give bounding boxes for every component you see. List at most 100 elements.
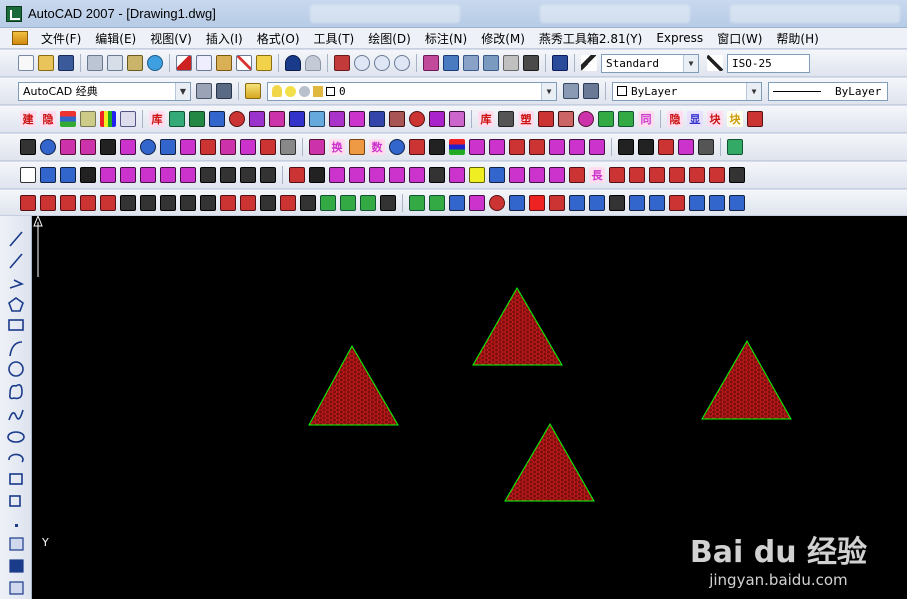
- grid-icon[interactable]: [120, 111, 136, 127]
- horse-icon[interactable]: [609, 194, 625, 211]
- dim-line-icon[interactable]: [20, 194, 36, 211]
- house-dim-icon[interactable]: [200, 167, 216, 183]
- tiles-2-icon[interactable]: [589, 194, 605, 211]
- dimension-a-icon[interactable]: [638, 139, 654, 155]
- v2-icon[interactable]: [469, 194, 485, 211]
- copy-icon[interactable]: [196, 55, 212, 71]
- make-current-layer-icon[interactable]: [563, 83, 579, 99]
- stamp-icon[interactable]: [80, 194, 96, 211]
- arrow-right-icon[interactable]: [669, 194, 685, 211]
- cube-icon[interactable]: [160, 139, 176, 155]
- frame-icon[interactable]: [618, 111, 634, 127]
- plate-icon[interactable]: [189, 111, 205, 127]
- text-scale-icon[interactable]: [180, 139, 196, 155]
- hide-icon[interactable]: 隐: [40, 111, 56, 127]
- no-symbol-icon[interactable]: [489, 194, 505, 211]
- section-icon[interactable]: [180, 194, 196, 211]
- zigzag-icon[interactable]: [409, 167, 425, 183]
- arrow-both-icon[interactable]: [729, 167, 745, 183]
- screen-icon[interactable]: [727, 139, 743, 155]
- same-icon[interactable]: 同: [638, 111, 654, 127]
- upn-icon[interactable]: [549, 139, 565, 155]
- box-dim-icon[interactable]: [689, 167, 705, 183]
- block-tool-icon[interactable]: [747, 111, 763, 127]
- line-red-icon[interactable]: [569, 167, 585, 183]
- dim-style-icon[interactable]: [707, 55, 723, 71]
- cross-dim-icon[interactable]: [449, 167, 465, 183]
- scale-icon[interactable]: [260, 194, 276, 211]
- copy-blue-icon[interactable]: [729, 194, 745, 211]
- zoom-previous-icon[interactable]: [394, 55, 410, 71]
- save-icon[interactable]: [58, 55, 74, 71]
- swap-text-icon[interactable]: 换: [329, 139, 345, 155]
- block-icon[interactable]: 块: [707, 111, 723, 127]
- hide-icon[interactable]: 隐: [667, 111, 683, 127]
- chevron-dim-icon[interactable]: [509, 167, 525, 183]
- layer-select[interactable]: 0 ▼: [267, 81, 557, 101]
- block-blue-icon[interactable]: [449, 194, 465, 211]
- xy-icon[interactable]: [240, 139, 256, 155]
- distribute-icon[interactable]: [160, 167, 176, 183]
- fill-icon[interactable]: [260, 139, 276, 155]
- paint-2-icon[interactable]: [529, 139, 545, 155]
- scissors-icon[interactable]: [60, 139, 76, 155]
- menu-dimension[interactable]: 标注(N): [418, 30, 474, 47]
- circle-icon[interactable]: [578, 111, 594, 127]
- diagonal-icon[interactable]: [669, 167, 685, 183]
- menu-draw[interactable]: 绘图(D): [361, 30, 418, 47]
- support-icon[interactable]: [349, 111, 365, 127]
- guide-icon[interactable]: [209, 111, 225, 127]
- gate-icon[interactable]: [380, 194, 396, 211]
- sleeve-icon[interactable]: [309, 111, 325, 127]
- chevron-down-icon[interactable]: ▼: [746, 82, 761, 100]
- section-red-icon[interactable]: [220, 194, 236, 211]
- dim-style-select[interactable]: ISO-25: [727, 53, 810, 73]
- section-red-2-icon[interactable]: [240, 194, 256, 211]
- find-icon[interactable]: [140, 139, 156, 155]
- menu-window[interactable]: 窗口(W): [710, 30, 769, 47]
- sheet-set-icon[interactable]: [483, 55, 499, 71]
- slope-icon[interactable]: [120, 194, 136, 211]
- target-icon[interactable]: [409, 111, 425, 127]
- dimension-red-icon[interactable]: [658, 139, 674, 155]
- count-icon[interactable]: 数: [369, 139, 385, 155]
- bar-dim-icon[interactable]: [649, 167, 665, 183]
- paste-icon[interactable]: [216, 55, 232, 71]
- cut-icon[interactable]: [176, 55, 192, 71]
- puzzle-icon[interactable]: [389, 111, 405, 127]
- text-box-icon[interactable]: [20, 167, 36, 183]
- publish-icon[interactable]: [127, 55, 143, 71]
- layer-stack-icon[interactable]: [80, 111, 96, 127]
- workspace-select[interactable]: AutoCAD 经典 ▼: [18, 81, 191, 101]
- a2-icon[interactable]: [120, 139, 136, 155]
- color-select[interactable]: ByLayer ▼: [612, 81, 762, 101]
- search-icon[interactable]: [40, 139, 56, 155]
- special-icon[interactable]: [589, 139, 605, 155]
- house-icon[interactable]: [698, 139, 714, 155]
- color-palette-icon[interactable]: [100, 111, 116, 127]
- wave-icon[interactable]: [389, 167, 405, 183]
- chevron-down-icon[interactable]: ▼: [541, 82, 556, 100]
- arch-icon[interactable]: [449, 111, 465, 127]
- line-icon[interactable]: [549, 167, 565, 183]
- hatched-triangle[interactable]: [504, 423, 595, 502]
- design-center-icon[interactable]: [443, 55, 459, 71]
- bracket-icon[interactable]: [429, 167, 445, 183]
- paren-icon[interactable]: [629, 167, 645, 183]
- layer-previous-icon[interactable]: [583, 83, 599, 99]
- flag-icon[interactable]: [529, 194, 545, 211]
- runner-icon[interactable]: [340, 194, 356, 211]
- sort-icon[interactable]: [629, 194, 645, 211]
- cup-icon[interactable]: [200, 139, 216, 155]
- vertical-dim-icon[interactable]: [100, 194, 116, 211]
- refresh-icon[interactable]: [649, 194, 665, 211]
- frame-green-icon[interactable]: [360, 194, 376, 211]
- workspace-save-icon[interactable]: [216, 83, 232, 99]
- triangle-icon[interactable]: [549, 194, 565, 211]
- mold-base-icon[interactable]: [169, 111, 185, 127]
- scale-red-icon[interactable]: [280, 194, 296, 211]
- menu-yanxiu-toolbox[interactable]: 燕秀工具箱2.81(Y): [532, 30, 649, 47]
- block-editor-icon[interactable]: [256, 55, 272, 71]
- ejector-pin-icon[interactable]: [269, 111, 285, 127]
- nu-icon[interactable]: [569, 139, 585, 155]
